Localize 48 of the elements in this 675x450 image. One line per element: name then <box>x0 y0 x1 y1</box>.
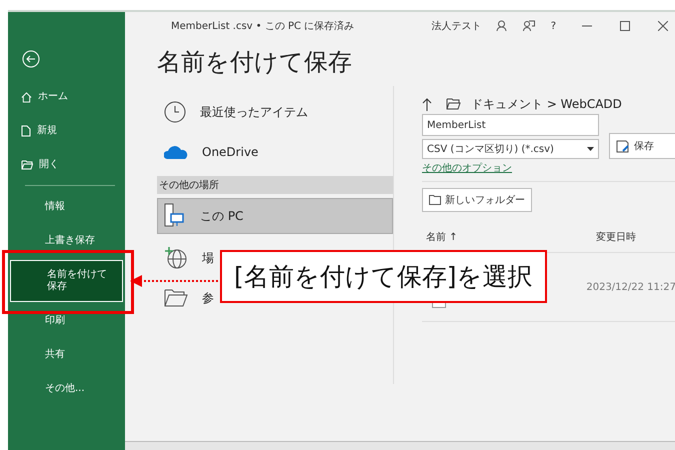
sidebar-item[interactable]: 上書き保存 <box>8 224 125 258</box>
sidebar-item[interactable]: 新規 <box>8 114 125 148</box>
sidebar-item[interactable]: ホーム <box>8 80 125 114</box>
file-type-dropdown[interactable]: CSV (コンマ区切り) (*.csv) <box>422 139 599 159</box>
location-item[interactable]: OneDrive <box>157 132 264 172</box>
save-button[interactable]: 保存 <box>609 133 675 159</box>
document-title: MemberList .csv • この PC に保存済み <box>171 20 356 33</box>
close-icon[interactable] <box>658 21 668 31</box>
location-item[interactable]: 最近使ったアイテム <box>157 92 313 132</box>
sidebar-item[interactable]: 印刷 <box>8 304 125 338</box>
globe-icon <box>164 246 188 270</box>
feedback-icon[interactable] <box>522 20 535 32</box>
section-header: その他の場所 <box>157 176 393 194</box>
sidebar-item[interactable]: 開く <box>8 148 125 182</box>
clock-icon <box>164 101 186 123</box>
new-folder-button[interactable]: 新しいフォルダー <box>422 188 532 212</box>
person-icon[interactable] <box>496 20 507 32</box>
home-icon <box>21 92 32 102</box>
location-item[interactable]: 参 <box>157 278 219 318</box>
document-icon <box>21 125 31 137</box>
folder-icon <box>164 289 188 307</box>
sidebar-item[interactable]: 名前を付けて保存 <box>10 260 123 302</box>
modified-date: 2023/12/22 11:27 <box>586 282 675 292</box>
sidebar-item[interactable]: その他... <box>8 372 125 406</box>
cloud-icon <box>164 144 188 160</box>
sidebar-item[interactable]: 情報 <box>8 190 125 224</box>
breadcrumb-path[interactable]: ドキュメント > WebCADD <box>471 96 622 112</box>
back-icon[interactable] <box>22 50 40 68</box>
more-options-link[interactable]: その他のオプション <box>422 161 675 175</box>
computer-icon <box>164 203 186 229</box>
folder-icon <box>446 98 461 110</box>
column-header[interactable]: 変更日時 <box>596 230 675 244</box>
page-heading: 名前を付けて保存 <box>156 47 353 78</box>
sidebar-item[interactable]: 共有 <box>8 338 125 372</box>
column-header[interactable]: 名前 ↑ <box>426 230 596 244</box>
save-icon <box>616 140 630 152</box>
location-item[interactable]: この PC <box>157 198 393 234</box>
location-item[interactable]: 場 <box>157 238 219 278</box>
caret-icon <box>587 147 594 151</box>
filename-field[interactable]: MemberList <box>422 114 599 136</box>
folder-icon <box>429 195 441 205</box>
scrollbar[interactable] <box>125 441 675 450</box>
help-button[interactable]: ? <box>550 20 556 32</box>
callout-label: [名前を付けて保存]を選択 <box>220 250 547 303</box>
folder-icon <box>21 160 33 170</box>
user-name[interactable]: 法人テスト <box>432 19 482 33</box>
maximize-icon[interactable] <box>620 21 630 31</box>
up-arrow-icon[interactable] <box>422 98 432 110</box>
